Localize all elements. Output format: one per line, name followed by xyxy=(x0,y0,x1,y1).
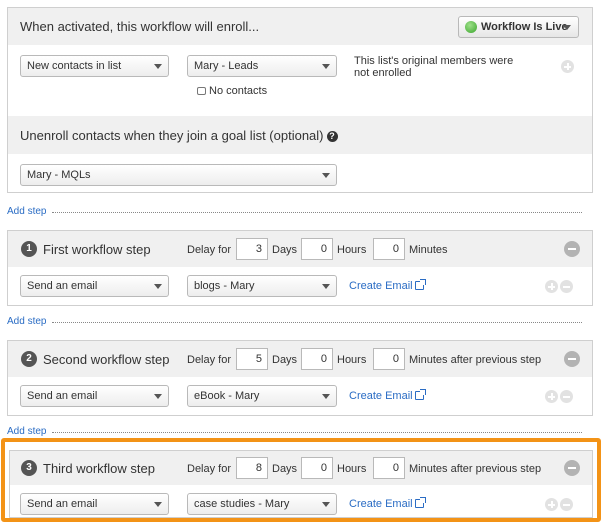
workflow-status-button[interactable]: Workflow Is Live xyxy=(458,16,579,38)
external-link-icon xyxy=(414,389,426,400)
add-step-link[interactable]: Add step xyxy=(7,206,46,217)
remove-step-icon[interactable] xyxy=(564,351,580,367)
step-email-value: blogs - Mary xyxy=(194,280,255,292)
delay-hours-input[interactable]: 0 xyxy=(301,348,333,370)
chevron-down-icon xyxy=(154,394,162,399)
workflow-status-label: Workflow Is Live xyxy=(481,21,568,33)
remove-step-icon[interactable] xyxy=(564,241,580,257)
days-label: Days xyxy=(272,354,298,366)
hours-label: Hours xyxy=(337,244,367,256)
workflow-step-2: 2 Second workflow step Delay for 5 Days … xyxy=(7,340,593,416)
add-step-divider xyxy=(52,212,582,213)
list-type-value: New contacts in list xyxy=(27,60,122,72)
hours-label: Hours xyxy=(337,354,367,366)
delay-days-input[interactable]: 3 xyxy=(236,238,268,260)
step-action-value: Send an email xyxy=(27,280,98,292)
add-step-divider xyxy=(52,432,582,433)
delay-days-input[interactable]: 5 xyxy=(236,348,268,370)
add-step-link[interactable]: Add step xyxy=(7,316,46,327)
enroll-header: When activated, this workflow will enrol… xyxy=(8,8,592,45)
contact-count-label: No contacts xyxy=(209,85,268,97)
delay-for-label: Delay for xyxy=(187,354,232,366)
remove-action-minus-icon[interactable] xyxy=(560,390,573,403)
goal-list-value: Mary - MQLs xyxy=(27,169,91,181)
step-1-title: First workflow step xyxy=(43,242,151,257)
step-email-select[interactable]: eBook - Mary xyxy=(187,385,337,407)
delay-minutes-input[interactable]: 0 xyxy=(373,238,405,260)
step-email-value: eBook - Mary xyxy=(194,390,260,402)
chevron-down-icon xyxy=(563,25,571,30)
workflow-step-1: 1 First workflow step Delay for 3 Days 0… xyxy=(7,230,593,306)
step-2-header: 2 Second workflow step Delay for 5 Days … xyxy=(8,341,592,377)
add-action-plus-icon[interactable] xyxy=(545,280,558,293)
step-2-title: Second workflow step xyxy=(43,352,170,367)
minutes-label: Minutes xyxy=(409,244,448,256)
step-number-badge: 1 xyxy=(21,241,37,257)
days-label: Days xyxy=(272,244,298,256)
unenroll-header: Unenroll contacts when they join a goal … xyxy=(8,116,592,154)
help-icon[interactable]: ? xyxy=(326,131,338,142)
chevron-down-icon xyxy=(154,64,162,69)
delay-for-label: Delay for xyxy=(187,244,232,256)
live-status-icon xyxy=(465,21,477,33)
create-email-label: Create Email xyxy=(349,280,413,292)
enrollment-note: This list's original members were not en… xyxy=(354,55,514,79)
delay-hours-input[interactable]: 0 xyxy=(301,238,333,260)
step-action-select[interactable]: Send an email xyxy=(20,385,169,407)
minutes-after-label: Minutes after previous step xyxy=(409,354,542,366)
list-name-select[interactable]: Mary - Leads xyxy=(187,55,337,77)
create-email-label: Create Email xyxy=(349,390,413,402)
list-type-select[interactable]: New contacts in list xyxy=(20,55,169,77)
step-action-select[interactable]: Send an email xyxy=(20,275,169,297)
chevron-down-icon xyxy=(154,284,162,289)
list-name-value: Mary - Leads xyxy=(194,60,259,72)
add-step-link[interactable]: Add step xyxy=(7,426,46,437)
enroll-title: When activated, this workflow will enrol… xyxy=(20,19,260,34)
contact-count[interactable]: No contacts xyxy=(197,85,267,97)
create-email-link[interactable]: Create Email xyxy=(349,279,426,292)
step-email-select[interactable]: blogs - Mary xyxy=(187,275,337,297)
goal-list-select[interactable]: Mary - MQLs xyxy=(20,164,337,186)
step-action-value: Send an email xyxy=(27,390,98,402)
enroll-panel: When activated, this workflow will enrol… xyxy=(7,7,593,193)
refresh-icon xyxy=(197,87,206,95)
step-number-badge: 2 xyxy=(21,351,37,367)
external-link-icon xyxy=(414,279,426,290)
chevron-down-icon xyxy=(322,284,330,289)
chevron-down-icon xyxy=(322,394,330,399)
step-highlight-frame xyxy=(1,438,601,522)
add-trigger-plus-icon[interactable] xyxy=(561,60,574,73)
delay-minutes-input[interactable]: 0 xyxy=(373,348,405,370)
chevron-down-icon xyxy=(322,173,330,178)
unenroll-title: Unenroll contacts when they join a goal … xyxy=(20,128,338,143)
add-action-plus-icon[interactable] xyxy=(545,390,558,403)
unenroll-title-text: Unenroll contacts when they join a goal … xyxy=(20,128,324,143)
create-email-link[interactable]: Create Email xyxy=(349,389,426,402)
step-1-header: 1 First workflow step Delay for 3 Days 0… xyxy=(8,231,592,267)
remove-action-minus-icon[interactable] xyxy=(560,280,573,293)
add-step-divider xyxy=(52,322,582,323)
chevron-down-icon xyxy=(322,64,330,69)
